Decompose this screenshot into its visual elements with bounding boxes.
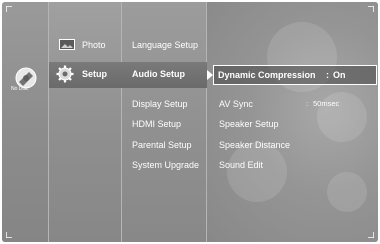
corner-marker (368, 6, 374, 12)
option-label: AV Sync (219, 99, 253, 109)
option-speaker-distance[interactable]: Speaker Distance (219, 140, 290, 150)
option-speaker-setup[interactable]: Speaker Setup (219, 119, 279, 129)
divider (206, 2, 207, 242)
background-bubble (227, 142, 287, 202)
setup-menu-item-parental[interactable]: Parental Setup (132, 140, 192, 150)
main-menu-item-label: Setup (82, 69, 108, 79)
gear-icon (56, 65, 74, 83)
option-separator: : (326, 70, 329, 80)
main-menu-item-label: Photo (82, 40, 106, 50)
corner-marker (6, 6, 12, 12)
menu-screen: No Disc Photo Setup Language Setup Audio… (2, 2, 378, 242)
option-separator: : (306, 99, 309, 108)
corner-marker (368, 232, 374, 238)
option-value: 50msec (313, 99, 340, 108)
option-label: Dynamic Compression (218, 70, 316, 80)
divider (121, 2, 122, 242)
setup-menu-item-system-upgrade[interactable]: System Upgrade (132, 160, 199, 170)
background-bubble (327, 172, 367, 212)
option-sound-edit[interactable]: Sound Edit (219, 160, 263, 170)
setup-menu-item-hdmi[interactable]: HDMI Setup (132, 119, 181, 129)
divider (48, 2, 49, 242)
corner-marker (6, 232, 12, 238)
main-menu-panel (49, 2, 121, 242)
setup-menu-item-display[interactable]: Display Setup (132, 99, 188, 109)
disc-status-label: No Disc (11, 86, 29, 92)
option-dynamic-compression[interactable]: Dynamic Compression : On (213, 65, 377, 85)
photo-icon (59, 39, 75, 50)
option-value: On (333, 70, 346, 80)
setup-menu-item-language[interactable]: Language Setup (132, 40, 198, 50)
setup-menu-item-audio[interactable]: Audio Setup (132, 69, 185, 79)
disc-panel (2, 2, 48, 242)
